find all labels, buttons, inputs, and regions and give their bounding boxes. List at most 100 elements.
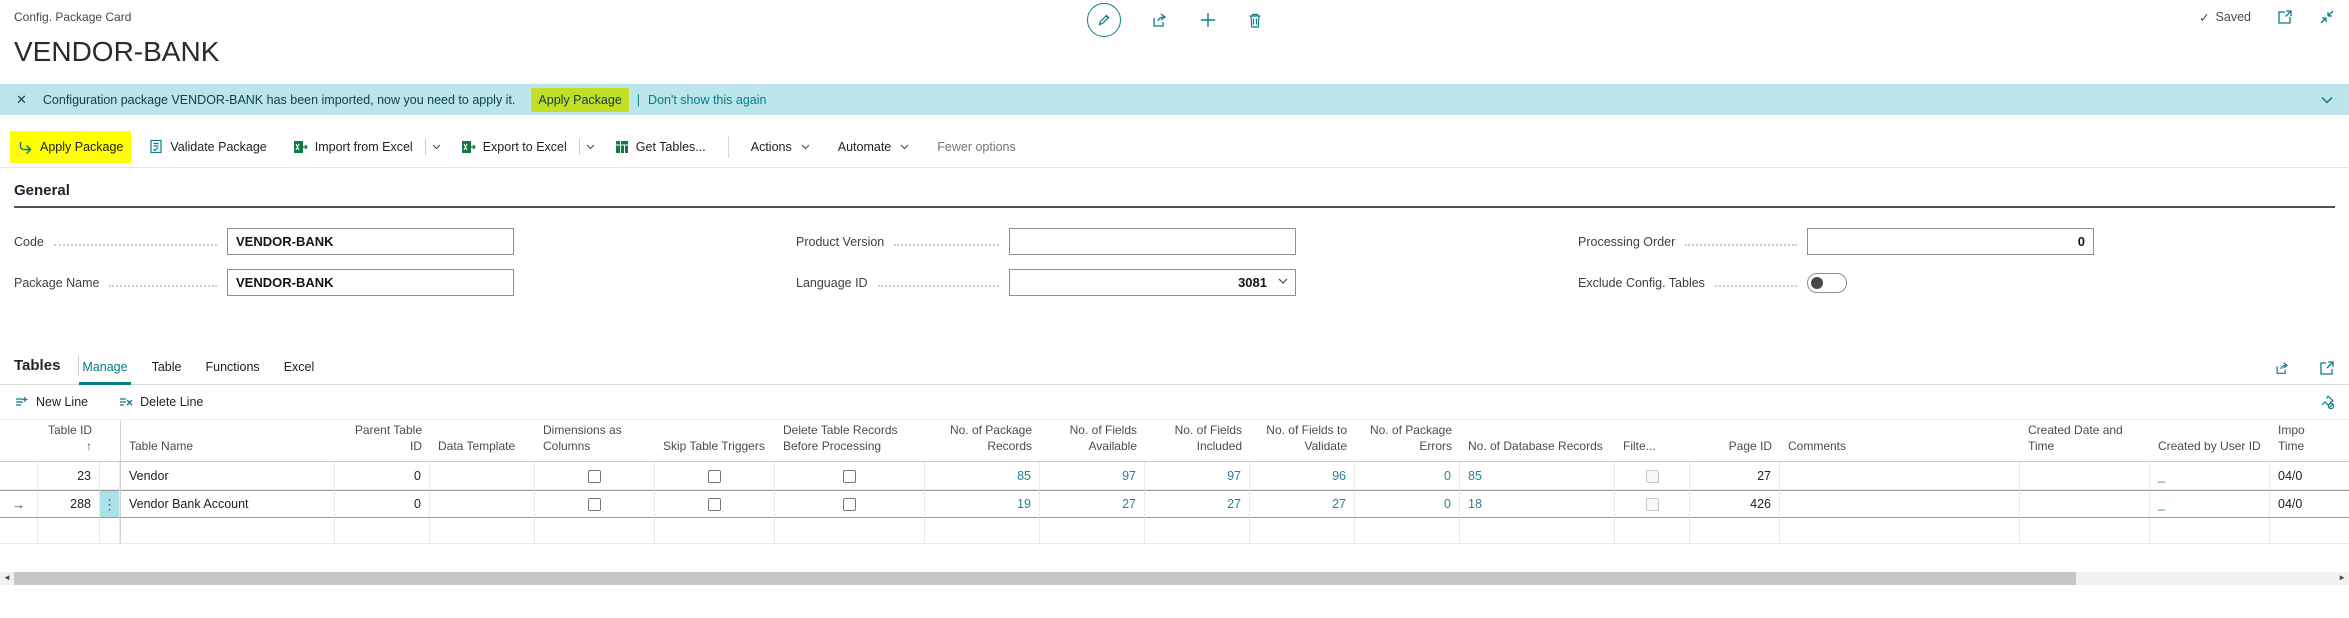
cell-skip-triggers-checkbox[interactable] [655, 490, 775, 518]
cell-import-datetime[interactable]: 04/0 [2270, 462, 2349, 490]
scroll-right-icon[interactable]: ► [2338, 573, 2346, 582]
cell-comments[interactable] [1780, 462, 2020, 490]
header-delete-records[interactable]: Delete Table Records Before Processing [775, 420, 925, 462]
header-table-id[interactable]: Table ID ↑ [38, 420, 100, 462]
header-package-errors[interactable]: No. of Package Errors [1355, 420, 1460, 462]
import-from-excel-button[interactable]: Import from Excel [285, 131, 421, 163]
header-data-template[interactable]: Data Template [430, 420, 535, 462]
export-to-excel-button[interactable]: Export to Excel [453, 131, 575, 163]
tab-table[interactable]: Table [149, 356, 185, 384]
cell-database-records[interactable]: 85 [1460, 462, 1615, 490]
fewer-options-button[interactable]: Fewer options [929, 131, 1024, 163]
cell-table-id[interactable]: 23 [38, 462, 100, 490]
row-selector-cell[interactable] [0, 462, 38, 490]
header-fields-included[interactable]: No. of Fields Included [1145, 420, 1250, 462]
tab-manage[interactable]: Manage [79, 356, 130, 385]
collapse-button[interactable] [2319, 9, 2335, 25]
header-import-datetime[interactable]: Impo Time [2270, 420, 2349, 462]
tab-functions[interactable]: Functions [202, 356, 262, 384]
header-comments[interactable]: Comments [1780, 420, 2020, 462]
cell-created-datetime[interactable] [2020, 490, 2150, 518]
cell-database-records[interactable]: 18 [1460, 490, 1615, 518]
cell-filtered-checkbox[interactable] [1615, 462, 1690, 490]
actions-menu-button[interactable]: Actions [743, 131, 820, 163]
header-parent-table-id[interactable]: Parent Table ID [335, 420, 430, 462]
edit-button[interactable] [1087, 3, 1121, 37]
checkbox-icon[interactable] [843, 470, 856, 483]
cell-data-template[interactable] [430, 490, 535, 518]
header-created-datetime[interactable]: Created Date and Time [2020, 420, 2150, 462]
checkbox-icon[interactable] [843, 498, 856, 511]
open-in-new-window-button[interactable] [2277, 9, 2293, 25]
row-selector-cell[interactable]: → [0, 490, 38, 518]
checkbox-icon[interactable] [708, 498, 721, 511]
checkbox-icon[interactable] [588, 498, 601, 511]
share-button[interactable] [1151, 11, 1169, 29]
cell-fields-available[interactable]: 97 [1040, 462, 1145, 490]
language-id-chevron-icon[interactable] [1278, 278, 1288, 284]
horizontal-scrollbar[interactable]: ◄ ► [0, 572, 2349, 585]
notification-apply-package-link[interactable]: Apply Package [531, 88, 628, 112]
breadcrumb[interactable]: Config. Package Card [14, 10, 131, 24]
export-dropdown-chevron-icon[interactable] [584, 140, 597, 154]
cell-created-datetime[interactable] [2020, 462, 2150, 490]
apply-package-button[interactable]: Apply Package [10, 131, 131, 163]
processing-order-input[interactable] [1807, 228, 2094, 255]
automate-menu-button[interactable]: Automate [830, 131, 920, 163]
package-name-input[interactable] [227, 269, 514, 296]
checkbox-icon[interactable] [588, 470, 601, 483]
cell-comments[interactable] [1780, 490, 2020, 518]
cell-package-records[interactable]: 85 [925, 462, 1040, 490]
cell-dimensions-checkbox[interactable] [535, 490, 655, 518]
cell-fields-to-validate[interactable]: 27 [1250, 490, 1355, 518]
header-filtered[interactable]: Filte... [1615, 420, 1690, 462]
new-line-button[interactable]: New Line [14, 395, 88, 409]
cell-package-errors[interactable]: 0 [1355, 462, 1460, 490]
unpin-button[interactable] [2319, 394, 2335, 410]
delete-line-button[interactable]: Delete Line [118, 395, 203, 409]
cell-table-name[interactable]: Vendor Bank Account [120, 490, 335, 518]
get-tables-button[interactable]: Get Tables... [607, 131, 714, 163]
header-page-id[interactable]: Page ID [1690, 420, 1780, 462]
language-id-input[interactable] [1009, 269, 1296, 296]
cell-table-id[interactable]: 288 [38, 490, 100, 518]
cell-fields-included[interactable]: 27 [1145, 490, 1250, 518]
cell-fields-included[interactable]: 97 [1145, 462, 1250, 490]
scrollbar-thumb[interactable] [14, 572, 2076, 585]
cell-delete-records-checkbox[interactable] [775, 462, 925, 490]
header-created-by[interactable]: Created by User ID [2150, 420, 2270, 462]
share-list-button[interactable] [2274, 360, 2291, 376]
header-fields-available[interactable]: No. of Fields Available [1040, 420, 1145, 462]
row-menu-button[interactable]: ⋮ [100, 491, 119, 517]
validate-package-button[interactable]: Validate Package [141, 130, 274, 163]
cell-parent-table-id[interactable]: 0 [335, 490, 430, 518]
dont-show-again-link[interactable]: Don't show this again [648, 93, 766, 107]
header-package-records[interactable]: No. of Package Records [925, 420, 1040, 462]
new-button[interactable] [1199, 11, 1217, 29]
cell-import-datetime[interactable]: 04/0 [2270, 490, 2349, 518]
cell-fields-available[interactable]: 27 [1040, 490, 1145, 518]
cell-package-records[interactable]: 19 [925, 490, 1040, 518]
general-heading[interactable]: General [14, 182, 2335, 208]
cell-dimensions-checkbox[interactable] [535, 462, 655, 490]
cell-dots[interactable] [100, 462, 120, 490]
cell-filtered-checkbox[interactable] [1615, 490, 1690, 518]
chevron-down-icon[interactable] [2321, 96, 2333, 104]
tab-excel[interactable]: Excel [281, 356, 318, 384]
cell-skip-triggers-checkbox[interactable] [655, 462, 775, 490]
expand-list-button[interactable] [2319, 360, 2335, 376]
checkbox-icon[interactable] [708, 470, 721, 483]
scroll-left-icon[interactable]: ◄ [3, 573, 11, 582]
header-database-records[interactable]: No. of Database Records [1460, 420, 1615, 462]
header-dimensions-as-columns[interactable]: Dimensions as Columns [535, 420, 655, 462]
cell-page-id[interactable]: 426 [1690, 490, 1780, 518]
cell-fields-to-validate[interactable]: 96 [1250, 462, 1355, 490]
cell-data-template[interactable] [430, 462, 535, 490]
delete-button[interactable] [1247, 12, 1263, 29]
close-icon[interactable]: ✕ [16, 92, 27, 108]
product-version-input[interactable] [1009, 228, 1296, 255]
cell-created-by[interactable]: _ [2150, 490, 2270, 518]
cell-page-id[interactable]: 27 [1690, 462, 1780, 490]
header-table-name[interactable]: Table Name [120, 420, 335, 462]
import-dropdown-chevron-icon[interactable] [430, 140, 443, 154]
